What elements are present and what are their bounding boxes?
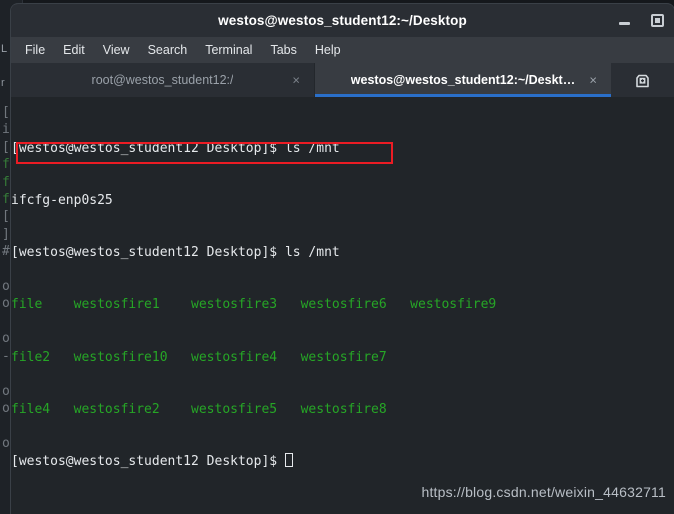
terminal-line: file4 westosfire2 westosfire5 westosfire…: [11, 401, 496, 418]
tab-label: westos@westos_student12:~/Deskt…: [350, 73, 576, 87]
window-titlebar[interactable]: westos@westos_student12:~/Desktop: [11, 4, 674, 37]
menu-item-edit[interactable]: Edit: [55, 40, 93, 60]
terminal-line: [westos@westos_student12 Desktop]$ ls /m…: [11, 140, 496, 157]
terminal-line: file2 westosfire10 westosfire4 westosfir…: [11, 349, 496, 366]
menu-item-file[interactable]: File: [17, 40, 53, 60]
command: ls /mnt: [284, 245, 340, 261]
window-controls: [618, 4, 664, 37]
terminal-line: [westos@westos_student12 Desktop]$: [11, 453, 496, 470]
background-menu-ghost: L: [1, 43, 8, 55]
prompt: [westos@westos_student12 Desktop]$: [11, 140, 285, 156]
menu-item-help[interactable]: Help: [307, 40, 349, 60]
new-tab-icon: [636, 74, 649, 87]
terminal-line-highlighted: [westos@westos_student12 Desktop]$ ls /m…: [11, 244, 496, 261]
menu-item-view[interactable]: View: [95, 40, 138, 60]
terminal-line: file westosfire1 westosfire3 westosfire6…: [11, 296, 496, 313]
minimize-icon[interactable]: [618, 14, 631, 27]
output-text: ifcfg-enp0s25: [11, 193, 113, 209]
prompt: [westos@westos_student12 Desktop]$: [11, 454, 285, 470]
tab-westos-desktop[interactable]: westos@westos_student12:~/Deskt… ×: [315, 63, 611, 97]
background-tab-ghost: r: [1, 77, 5, 89]
screenshot-root: L r [ if [ f f f [ ] # o o o - o o o wes…: [0, 0, 674, 514]
prompt: [westos@westos_student12 Desktop]$: [11, 245, 285, 261]
menu-item-tabs[interactable]: Tabs: [262, 40, 304, 60]
menubar: File Edit View Search Terminal Tabs Help: [11, 37, 674, 63]
terminal-window: westos@westos_student12:~/Desktop File E…: [11, 4, 674, 514]
menu-item-terminal[interactable]: Terminal: [197, 40, 260, 60]
terminal-line: ifcfg-enp0s25: [11, 192, 496, 209]
new-tab-button[interactable]: [611, 63, 674, 97]
maximize-icon[interactable]: [651, 14, 664, 27]
menu-item-search[interactable]: Search: [140, 40, 196, 60]
window-title: westos@westos_student12:~/Desktop: [218, 13, 467, 28]
terminal-text: [westos@westos_student12 Desktop]$ ls /m…: [11, 105, 496, 505]
terminal-output-area[interactable]: [westos@westos_student12 Desktop]$ ls /m…: [11, 97, 674, 514]
watermark-text: https://blog.csdn.net/weixin_44632711: [421, 484, 666, 500]
tab-root[interactable]: root@westos_student12:/ ×: [11, 63, 315, 97]
tab-label: root@westos_student12:/: [91, 73, 234, 87]
tab-close-icon[interactable]: ×: [292, 74, 300, 87]
file-listing-row: file2 westosfire10 westosfire4 westosfir…: [11, 349, 387, 365]
text-cursor: [284, 453, 293, 468]
file-listing-row: file4 westosfire2 westosfire5 westosfire…: [11, 401, 387, 417]
tab-close-icon[interactable]: ×: [589, 74, 597, 87]
file-listing-row: file westosfire1 westosfire3 westosfire6…: [11, 297, 497, 313]
command: ls /mnt: [284, 140, 340, 156]
tabbar: root@westos_student12:/ × westos@westos_…: [11, 63, 674, 97]
